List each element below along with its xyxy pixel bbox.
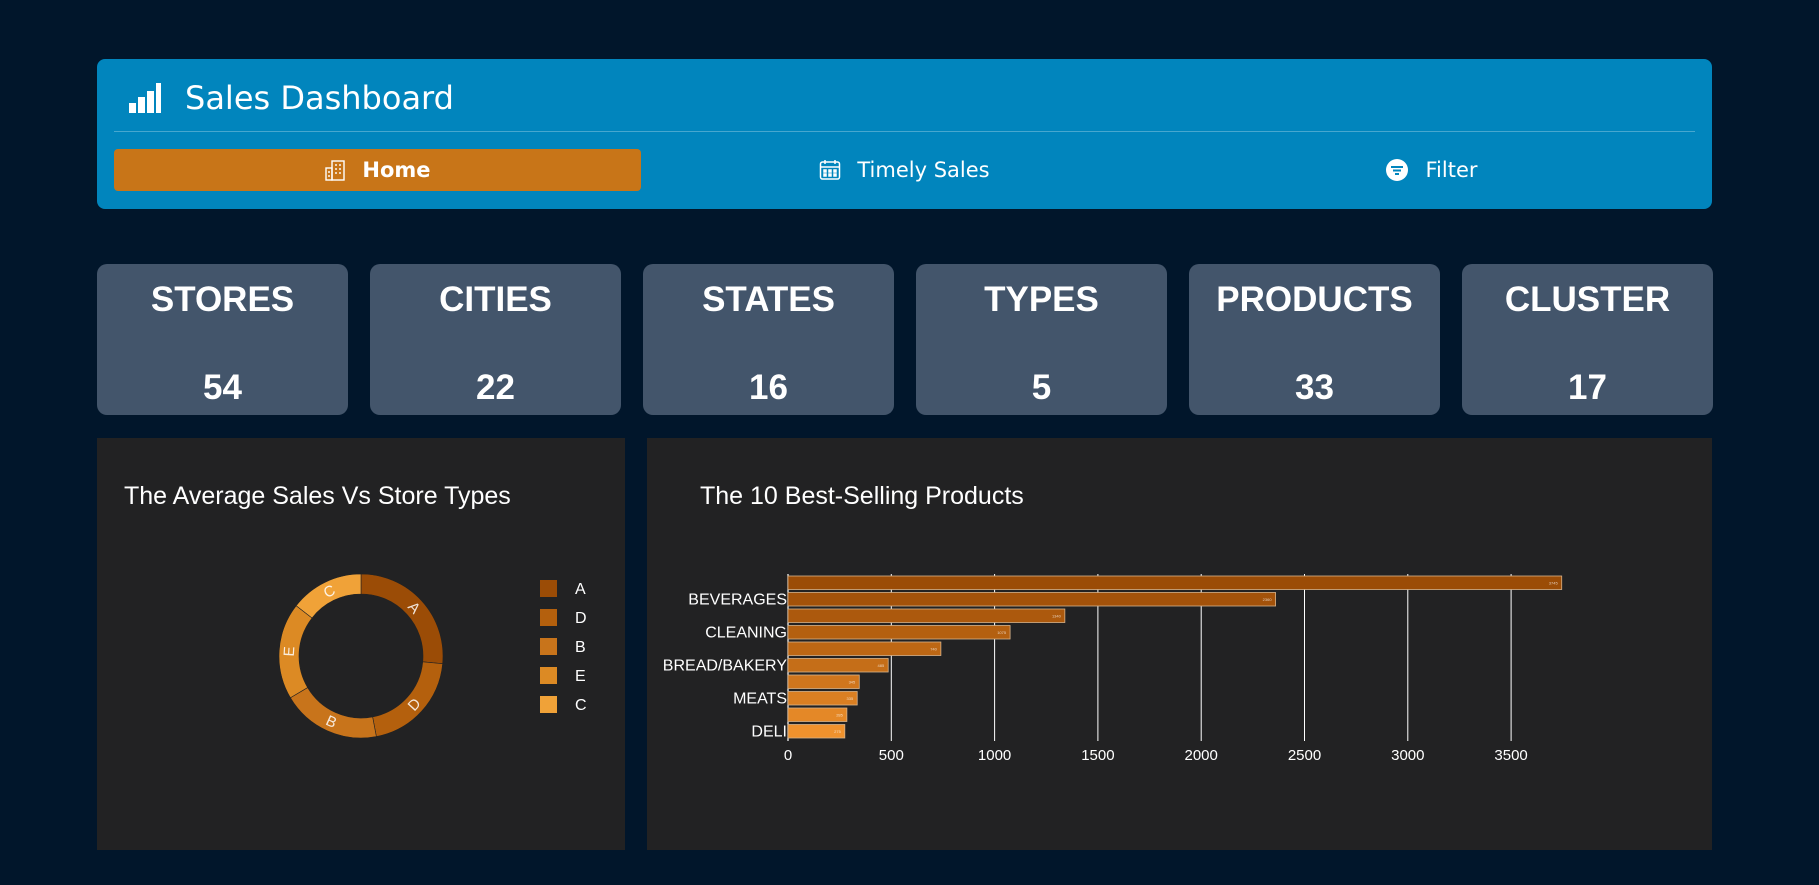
filter-icon (1386, 159, 1409, 181)
x-tick-label: 2000 (1185, 747, 1218, 764)
donut-slice-label: E (281, 646, 299, 657)
x-tick-label: 2500 (1288, 747, 1321, 764)
x-tick-label: 3500 (1494, 747, 1527, 764)
stat-card-cluster: CLUSTER 17 (1462, 264, 1713, 415)
calendar-icon (820, 160, 841, 180)
stat-value: 17 (1568, 368, 1607, 407)
stat-value: 5 (1031, 368, 1052, 407)
stat-card-stores: STORES 54 (97, 264, 348, 415)
stat-card-cities: CITIES 22 (370, 264, 621, 415)
tab-home-label: Home (362, 158, 431, 182)
bar[interactable] (787, 608, 1066, 623)
legend-label-d: D (575, 610, 587, 627)
stat-label: STORES (150, 280, 295, 319)
stat-label: PRODUCTS (1216, 280, 1413, 319)
x-tick-label: 0 (784, 747, 792, 764)
stat-card-types: TYPES 5 (916, 264, 1167, 415)
navbar: Sales Dashboard Home Timely Sales Filter (97, 59, 1712, 209)
building-icon (325, 160, 346, 181)
stat-label: CITIES (439, 280, 552, 319)
stat-value: 54 (203, 368, 242, 407)
bar-data-label: 2360 (1263, 597, 1273, 602)
stat-value: 33 (1295, 368, 1334, 407)
legend-swatch-e[interactable] (540, 667, 557, 684)
bar-data-label: 275 (834, 729, 841, 734)
bar-data-label: 485 (878, 663, 885, 668)
bar[interactable] (787, 575, 1563, 590)
tab-filter[interactable]: Filter (1168, 149, 1695, 191)
stat-card-states: STATES 16 (643, 264, 894, 415)
bar-data-label: 3745 (1549, 580, 1559, 585)
stat-value: 16 (749, 368, 788, 407)
stat-label: CLUSTER (1504, 280, 1671, 319)
bar-chart: 0 500 1000 1500 2000 2500 3000 3500 3745 2360 BEVE… (663, 574, 1563, 764)
bar-data-label: 335 (847, 696, 854, 701)
bar-data-label: 740 (930, 646, 937, 651)
bar-data-label: 345 (849, 679, 856, 684)
bar[interactable] (787, 592, 1276, 607)
bar-chart-icon (129, 83, 161, 113)
nav-tabs: Home Timely Sales Filter (114, 149, 1695, 191)
legend-swatch-b[interactable] (540, 638, 557, 655)
tab-filter-label: Filter (1425, 158, 1478, 182)
bar-data-label: 1075 (997, 630, 1007, 635)
stat-card-products: PRODUCTS 33 (1189, 264, 1440, 415)
brand[interactable]: Sales Dashboard (129, 77, 454, 119)
x-tick-label: 1000 (978, 747, 1011, 764)
navbar-divider (114, 131, 1695, 132)
bar-chart-panel: The 10 Best-Selling Products 0 500 1000 150… (647, 438, 1712, 850)
bar[interactable] (787, 641, 942, 656)
donut-chart-panel: The Average Sales Vs Store Types ADBECAD… (97, 438, 625, 850)
y-tick-label: BEVERAGES (688, 591, 787, 608)
legend-swatch-c[interactable] (540, 696, 557, 713)
x-tick-label: 1500 (1081, 747, 1114, 764)
legend-swatch-d[interactable] (540, 609, 557, 626)
legend-label-a: A (575, 581, 586, 598)
bar[interactable] (787, 658, 889, 673)
stat-value: 22 (476, 368, 515, 407)
stat-label: STATES (702, 280, 835, 319)
app-title: Sales Dashboard (185, 79, 454, 117)
bar[interactable] (787, 625, 1011, 640)
y-tick-label: CLEANING (705, 624, 787, 641)
x-tick-label: 500 (879, 747, 904, 764)
bar-data-label: 1340 (1052, 613, 1062, 618)
donut-chart: ADBEC ADBEC (278, 573, 587, 739)
bar-data-label: 285 (836, 712, 843, 717)
y-tick-label: DELI (751, 723, 787, 740)
x-tick-label: 3000 (1391, 747, 1424, 764)
legend-label-c: C (575, 697, 587, 714)
tab-home[interactable]: Home (114, 149, 641, 191)
stat-label: TYPES (984, 280, 1099, 319)
y-tick-label: MEATS (733, 690, 787, 707)
donut-slice-a[interactable] (360, 573, 444, 665)
legend-label-b: B (575, 639, 586, 656)
legend-swatch-a[interactable] (540, 580, 557, 597)
y-tick-label: BREAD/BAKERY (663, 657, 788, 674)
tab-timely-sales[interactable]: Timely Sales (641, 149, 1168, 191)
legend-label-e: E (575, 668, 586, 685)
tab-timely-sales-label: Timely Sales (857, 158, 990, 182)
